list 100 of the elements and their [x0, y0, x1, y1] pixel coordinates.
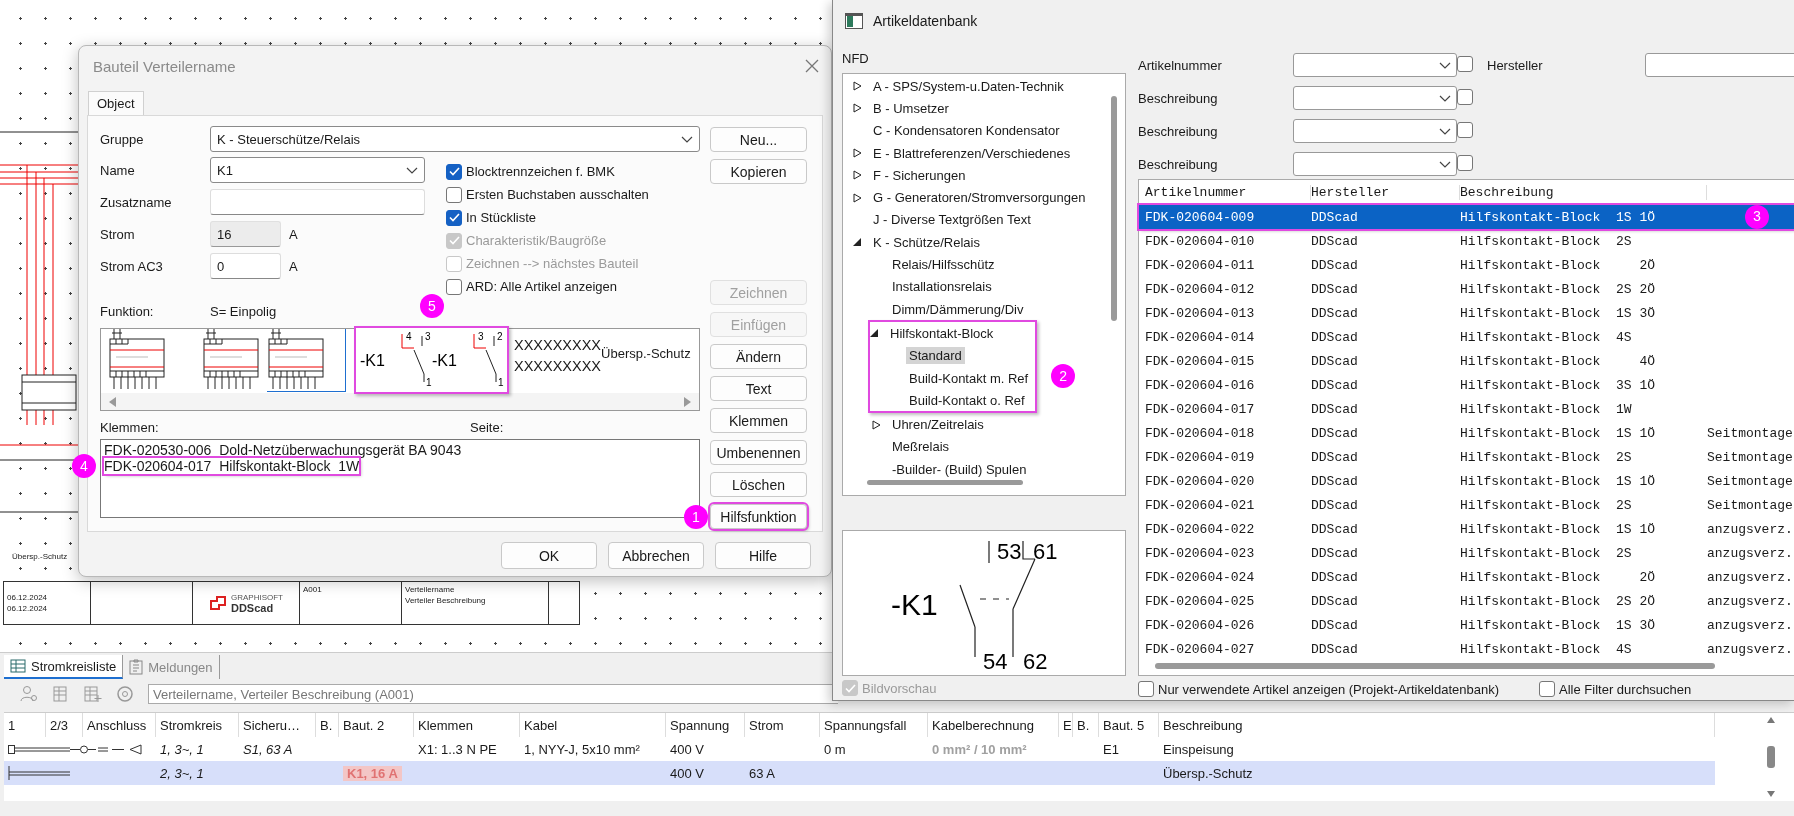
tree-item[interactable]: Uhren/Zeitrelais	[889, 416, 987, 434]
path-field[interactable]: Verteilername, Verteiler Beschreibung (A001)	[148, 684, 838, 704]
tree-item[interactable]: Build-Kontakt o. Ref	[906, 391, 1028, 409]
expanded-arrow-icon[interactable]	[853, 238, 861, 247]
tree-item[interactable]: E - Blattreferenzen/Verschiedenes	[870, 144, 1074, 162]
column-header[interactable]: Spannung	[666, 713, 745, 737]
tree-item[interactable]: F - Sicherungen	[870, 166, 969, 184]
tree-item[interactable]: Build-Kontakt m. Ref	[906, 369, 1032, 387]
collapsed-arrow-icon[interactable]	[872, 419, 881, 430]
tab[interactable]: Object	[88, 91, 144, 115]
filter-dropdown[interactable]	[1293, 53, 1457, 77]
column-header[interactable]: 1	[4, 713, 46, 737]
checkbox[interactable]	[446, 209, 462, 226]
dialog-button[interactable]: Umbenennen	[710, 440, 807, 465]
table-row[interactable]: FDK-020604-012 DDScad Hilfskontakt-Block 2S 2Ö	[1139, 277, 1794, 301]
column-header[interactable]: E	[1059, 713, 1073, 737]
table-row[interactable]: FDK-020604-021 DDScad Hilfskontakt-Block 2S Seitmontage	[1139, 493, 1794, 517]
scrollbar[interactable]	[1111, 96, 1117, 321]
scroll-down-icon[interactable]	[1767, 791, 1775, 797]
input-field[interactable]: 0	[210, 253, 281, 279]
column-header[interactable]: Anschluss	[83, 713, 156, 737]
checkbox[interactable]	[446, 186, 462, 203]
table-row[interactable]: FDK-020604-015 DDScad Hilfskontakt-Block 4Ö	[1139, 349, 1794, 373]
column-header[interactable]: Klemmen	[414, 713, 520, 737]
column-header[interactable]: Artikelnummer	[1145, 184, 1311, 200]
checkbox[interactable]	[1138, 681, 1154, 697]
tree-item[interactable]: A - SPS/System-u.Daten-Technik	[870, 77, 1067, 95]
collapsed-arrow-icon[interactable]	[853, 148, 862, 159]
checkbox[interactable]	[1457, 55, 1473, 72]
checkbox[interactable]	[446, 163, 462, 180]
group-dropdown[interactable]: K - Steuerschütze/Relais	[210, 126, 700, 152]
tree-item[interactable]: B - Umsetzer	[870, 99, 952, 117]
tree-item[interactable]: Meßrelais	[889, 438, 953, 456]
dialog-button[interactable]: Neu...	[710, 127, 807, 152]
scroll-right-icon[interactable]	[683, 396, 691, 407]
checkbox[interactable]	[1457, 154, 1473, 171]
table-row[interactable]: FDK-020604-022 DDScad Hilfskontakt-Block 1S 1Ö anzugsverz.	[1139, 517, 1794, 541]
dialog-button[interactable]: Kopieren	[710, 159, 807, 184]
tree-item[interactable]: Installationsrelais	[889, 278, 995, 296]
column-header[interactable]: Baut. 5	[1099, 713, 1159, 737]
scrollbar[interactable]	[1155, 663, 1715, 669]
table-row[interactable]: FDK-020604-017 DDScad Hilfskontakt-Block 1W	[1139, 397, 1794, 421]
dialog-button[interactable]: Ändern	[710, 344, 807, 369]
tree-item[interactable]: Hilfskontakt-Block	[887, 324, 997, 342]
list-item[interactable]: FDK-020604-017 Hilfskontakt-Block 1W	[104, 458, 360, 474]
table-row[interactable]: FDK-020604-026 DDScad Hilfskontakt-Block 1S 3Ö anzugsverz.	[1139, 613, 1794, 637]
table-row[interactable]: FDK-020604-013 DDScad Hilfskontakt-Block 1S 3Ö	[1139, 301, 1794, 325]
column-header[interactable]: B.	[316, 713, 339, 737]
column-header[interactable]: Beschreibung	[1159, 713, 1715, 737]
tree-item[interactable]: Standard	[906, 347, 965, 365]
column-header[interactable]: Strom	[745, 713, 820, 737]
name-dropdown[interactable]: K1	[210, 157, 425, 183]
column-header[interactable]: Baut. 2	[339, 713, 414, 737]
filter-dropdown[interactable]	[1645, 53, 1794, 77]
table-row[interactable]: FDK-020604-010 DDScad Hilfskontakt-Block 2S	[1139, 229, 1794, 253]
table-row[interactable]: FDK-020604-011 DDScad Hilfskontakt-Block 2Ö	[1139, 253, 1794, 277]
column-header[interactable]: Stromkreis	[156, 713, 239, 737]
checkbox[interactable]	[1539, 681, 1556, 697]
table-row[interactable]: FDK-020604-016 DDScad Hilfskontakt-Block 3S 1Ö	[1139, 373, 1794, 397]
input-field[interactable]	[210, 189, 425, 215]
scroll-up-icon[interactable]	[1767, 717, 1775, 723]
close-icon[interactable]	[805, 59, 819, 73]
checkbox[interactable]	[1457, 88, 1473, 105]
tree-item[interactable]: J - Diverse Textgrößen Text	[870, 211, 1034, 229]
checkbox[interactable]	[1457, 121, 1473, 138]
tree-item[interactable]: G - Generatoren/Stromversorgungen	[870, 189, 1089, 207]
collapsed-arrow-icon[interactable]	[853, 170, 862, 181]
filter-dropdown[interactable]	[1293, 119, 1457, 143]
collapsed-arrow-icon[interactable]	[853, 192, 862, 203]
column-header[interactable]: Beschreibung	[1460, 184, 1707, 200]
table-row[interactable]: FDK-020604-025 DDScad Hilfskontakt-Block 2S 2Ö anzugsverz.	[1139, 589, 1794, 613]
checkbox[interactable]	[446, 278, 462, 295]
column-header[interactable]: Hersteller	[1311, 184, 1460, 200]
scrollbar[interactable]	[867, 480, 1023, 485]
table-row[interactable]: FDK-020604-018 DDScad Hilfskontakt-Block 1S 1Ö Seitmontage	[1139, 421, 1794, 445]
dialog-button[interactable]: Löschen	[710, 472, 807, 497]
dialog-button[interactable]: OK	[501, 542, 597, 569]
column-header[interactable]: Sicheru…	[239, 713, 316, 737]
column-header[interactable]: B.	[1073, 713, 1099, 737]
table-row[interactable]: FDK-020604-014 DDScad Hilfskontakt-Block 4S	[1139, 325, 1794, 349]
filter-dropdown[interactable]	[1293, 152, 1457, 176]
column-header[interactable]: Kabel	[520, 713, 666, 737]
dialog-button[interactable]: Klemmen	[710, 408, 807, 433]
table-row[interactable]: FDK-020604-009 DDScad Hilfskontakt-Block 1S 1Ö 3	[1139, 205, 1794, 229]
scrollbar[interactable]	[1767, 746, 1775, 768]
dialog-button[interactable]: Text	[710, 376, 807, 401]
collapsed-arrow-icon[interactable]	[853, 81, 862, 92]
table-row[interactable]: FDK-020604-027 DDScad Hilfskontakt-Block 4S anzugsverz.	[1139, 637, 1794, 661]
filter-dropdown[interactable]	[1293, 86, 1457, 110]
expanded-arrow-icon[interactable]	[870, 329, 878, 338]
tree-item[interactable]: Dimm/Dämmerung/Div	[889, 300, 1027, 318]
dialog-button[interactable]: Hilfe	[715, 542, 811, 569]
table-row[interactable]: FDK-020604-020 DDScad Hilfskontakt-Block 1S 1Ö Seitmontage	[1139, 469, 1794, 493]
table-row[interactable]: FDK-020604-023 DDScad Hilfskontakt-Block 2S anzugsverz.	[1139, 541, 1794, 565]
table-row[interactable]: 1, 3~, 1 S1, 63 A X1: 1..3 N PE 1, NYY-J, 5x10 mm² 400 V 0 m 0 mm² / 10 mm² E1 Einspeisung	[4, 737, 1715, 761]
tree-item[interactable]: Relais/Hilfsschütz	[889, 256, 998, 273]
scroll-left-icon[interactable]	[109, 396, 117, 407]
tree-item[interactable]: K - Schütze/Relais	[870, 233, 983, 251]
collapsed-arrow-icon[interactable]	[853, 103, 862, 114]
tree-item[interactable]: C - Kondensatoren Kondensator	[870, 122, 1063, 140]
